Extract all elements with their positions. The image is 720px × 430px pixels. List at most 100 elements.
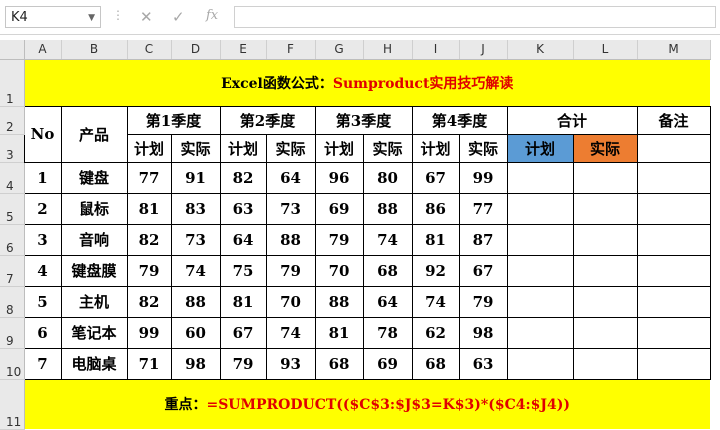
header-q2[interactable]: 第2季度 xyxy=(219,105,316,135)
cell-value[interactable]: 73 xyxy=(170,223,221,256)
cell-empty[interactable] xyxy=(636,223,711,256)
cell-value[interactable]: 68 xyxy=(411,347,460,380)
cell-value[interactable]: 75 xyxy=(219,254,267,287)
cell-value[interactable]: 86 xyxy=(411,192,460,225)
row-header-6[interactable]: 6 xyxy=(0,224,25,256)
header-q4[interactable]: 第4季度 xyxy=(411,105,508,135)
header-no[interactable]: No xyxy=(23,105,62,163)
cell-value[interactable]: 80 xyxy=(362,161,413,194)
cell-value[interactable]: 64 xyxy=(219,223,267,256)
cell-value[interactable]: 81 xyxy=(411,223,460,256)
header-plan[interactable]: 计划 xyxy=(314,133,364,163)
cell-value[interactable]: 71 xyxy=(126,347,172,380)
cell-value[interactable]: 82 xyxy=(126,223,172,256)
column-header-l[interactable]: L xyxy=(573,40,638,60)
cell-empty[interactable] xyxy=(636,316,711,349)
cell-product[interactable]: 键盘膜 xyxy=(60,254,128,287)
title-cell[interactable]: Excel函数公式：Sumproduct实用技巧解读 xyxy=(24,59,710,107)
total-plan-header[interactable]: 计划 xyxy=(506,133,574,163)
select-all-corner[interactable] xyxy=(0,40,25,60)
column-header-c[interactable]: C xyxy=(127,40,172,60)
cell-product[interactable]: 键盘 xyxy=(60,161,128,194)
cell-value[interactable]: 98 xyxy=(458,316,508,349)
row-header-10[interactable]: 10 xyxy=(0,348,25,380)
cell-value[interactable]: 64 xyxy=(265,161,316,194)
cell-empty[interactable] xyxy=(572,192,638,225)
chevron-down-icon[interactable]: ▼ xyxy=(88,13,95,23)
row-header-5[interactable]: 5 xyxy=(0,193,25,225)
cell-value[interactable]: 60 xyxy=(170,316,221,349)
header-remark[interactable]: 备注 xyxy=(636,105,711,135)
cell-value[interactable]: 82 xyxy=(219,161,267,194)
header-actual[interactable]: 实际 xyxy=(265,133,316,163)
cell-value[interactable]: 79 xyxy=(126,254,172,287)
cell-value[interactable]: 77 xyxy=(126,161,172,194)
cell-value[interactable]: 92 xyxy=(411,254,460,287)
row-header-7[interactable]: 7 xyxy=(0,255,25,287)
row-header-8[interactable]: 8 xyxy=(0,286,25,318)
column-header-d[interactable]: D xyxy=(171,40,221,60)
cell-value[interactable]: 74 xyxy=(265,316,316,349)
cell-product[interactable]: 音响 xyxy=(60,223,128,256)
cell-value[interactable]: 67 xyxy=(458,254,508,287)
cell-value[interactable]: 96 xyxy=(314,161,364,194)
total-actual-header[interactable]: 实际 xyxy=(572,133,638,163)
header-plan[interactable]: 计划 xyxy=(219,133,267,163)
cell-value[interactable]: 63 xyxy=(219,192,267,225)
cell-empty[interactable] xyxy=(636,161,711,194)
formula-input[interactable] xyxy=(234,6,716,28)
cell-no[interactable]: 3 xyxy=(23,223,62,256)
cell-value[interactable]: 81 xyxy=(126,192,172,225)
row-header-2[interactable]: 2 xyxy=(0,106,25,135)
cell-value[interactable]: 87 xyxy=(458,223,508,256)
header-product[interactable]: 产品 xyxy=(60,105,128,163)
header-q1[interactable]: 第1季度 xyxy=(126,105,221,135)
cell-empty[interactable] xyxy=(572,347,638,380)
column-header-k[interactable]: K xyxy=(507,40,574,60)
cell-value[interactable]: 79 xyxy=(219,347,267,380)
cell-empty[interactable] xyxy=(506,285,574,318)
cell-value[interactable]: 88 xyxy=(314,285,364,318)
row-header-1[interactable]: 1 xyxy=(0,59,25,107)
cell-no[interactable]: 2 xyxy=(23,192,62,225)
header-actual[interactable]: 实际 xyxy=(362,133,413,163)
cell-value[interactable]: 69 xyxy=(362,347,413,380)
row-header-11[interactable]: 11 xyxy=(0,379,25,430)
cell-value[interactable]: 82 xyxy=(126,285,172,318)
column-header-h[interactable]: H xyxy=(363,40,413,60)
cell-empty[interactable] xyxy=(636,285,711,318)
header-total[interactable]: 合计 xyxy=(506,105,638,135)
row-header-9[interactable]: 9 xyxy=(0,317,25,349)
cell-value[interactable]: 67 xyxy=(219,316,267,349)
cell-value[interactable]: 83 xyxy=(170,192,221,225)
cell-value[interactable]: 74 xyxy=(411,285,460,318)
cell-empty[interactable] xyxy=(572,223,638,256)
cell-value[interactable]: 68 xyxy=(314,347,364,380)
row-header-3[interactable]: 3 xyxy=(0,134,25,163)
cell-value[interactable]: 99 xyxy=(126,316,172,349)
cell-value[interactable]: 70 xyxy=(265,285,316,318)
header-actual[interactable]: 实际 xyxy=(458,133,508,163)
cell-value[interactable]: 81 xyxy=(219,285,267,318)
cell-no[interactable]: 5 xyxy=(23,285,62,318)
cell-value[interactable]: 77 xyxy=(458,192,508,225)
name-box[interactable]: K4 ▼ xyxy=(5,6,101,28)
cell-value[interactable]: 63 xyxy=(458,347,508,380)
cell-empty[interactable] xyxy=(636,254,711,287)
column-header-m[interactable]: M xyxy=(637,40,711,60)
header-plan[interactable]: 计划 xyxy=(411,133,460,163)
cell-no[interactable]: 4 xyxy=(23,254,62,287)
column-header-i[interactable]: I xyxy=(412,40,460,60)
cell-value[interactable]: 93 xyxy=(265,347,316,380)
column-header-f[interactable]: F xyxy=(266,40,316,60)
cell-value[interactable]: 64 xyxy=(362,285,413,318)
cell-value[interactable]: 88 xyxy=(265,223,316,256)
cell-value[interactable]: 81 xyxy=(314,316,364,349)
cell-empty[interactable] xyxy=(572,316,638,349)
column-header-j[interactable]: J xyxy=(459,40,508,60)
cell-empty[interactable] xyxy=(572,161,638,194)
cell-value[interactable]: 79 xyxy=(314,223,364,256)
cell-value[interactable]: 79 xyxy=(265,254,316,287)
cell-empty[interactable] xyxy=(506,347,574,380)
cell-empty[interactable] xyxy=(636,192,711,225)
